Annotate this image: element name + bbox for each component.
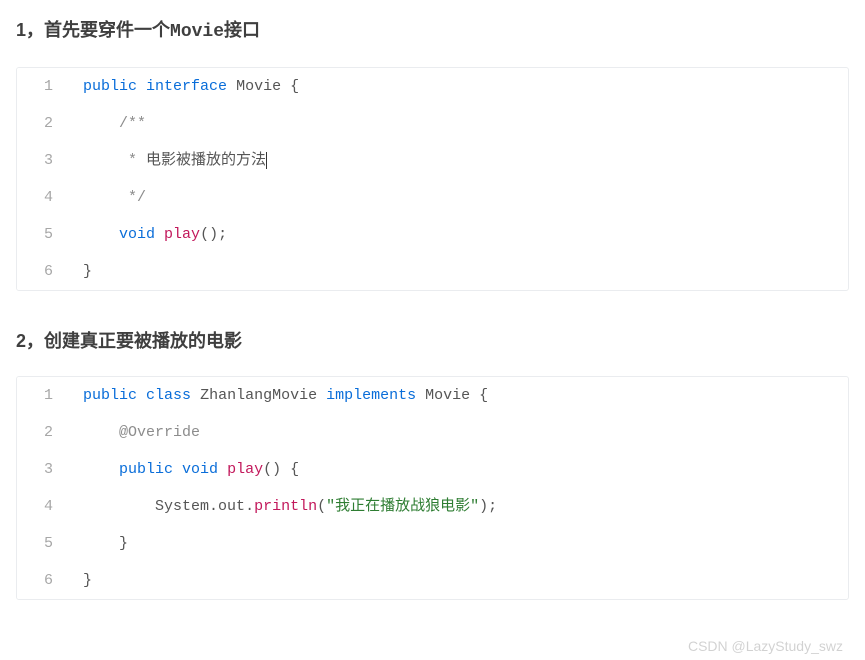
token xyxy=(83,424,119,441)
heading-text: 接口 xyxy=(224,20,260,40)
line-number: 5 xyxy=(17,525,65,562)
token xyxy=(83,498,155,515)
token-kw: public xyxy=(83,387,137,404)
token-punct: } xyxy=(83,263,92,280)
code-row: 5 } xyxy=(17,525,848,562)
code-line: * 电影被播放的方法 xyxy=(65,142,848,179)
token xyxy=(83,226,119,243)
code-row: 2 @Override xyxy=(17,414,848,451)
section-heading: 2，创建真正要被播放的电影 xyxy=(16,327,849,356)
token-punct: ( xyxy=(317,498,326,515)
code-row: 6} xyxy=(17,253,848,290)
line-number: 3 xyxy=(17,142,65,179)
token-fn: println xyxy=(254,498,317,515)
code-block: 1public interface Movie {2 /**3 * 电影被播放的… xyxy=(16,67,849,291)
code-line: System.out.println("我正在播放战狼电影"); xyxy=(65,488,848,525)
line-number: 1 xyxy=(17,377,65,414)
token-ann: /** xyxy=(119,115,146,132)
line-number: 6 xyxy=(17,253,65,290)
code-line: public void play() { xyxy=(65,451,848,488)
token xyxy=(281,78,290,95)
token-str: "我正在播放战狼电影" xyxy=(326,498,479,515)
token-type: Movie xyxy=(236,78,281,95)
line-number: 3 xyxy=(17,451,65,488)
line-number: 2 xyxy=(17,105,65,142)
heading-text: 2，创建真正要被播放的电影 xyxy=(16,331,242,351)
line-number: 5 xyxy=(17,216,65,253)
heading-text: 1，首先要穿件一个 xyxy=(16,20,170,40)
token xyxy=(416,387,425,404)
token-kw: public xyxy=(119,461,173,478)
code-row: 4 System.out.println("我正在播放战狼电影"); xyxy=(17,488,848,525)
code-row: 3 * 电影被播放的方法 xyxy=(17,142,848,179)
token xyxy=(83,152,128,169)
token-punct: ); xyxy=(479,498,497,515)
code-row: 3 public void play() { xyxy=(17,451,848,488)
code-line: /** xyxy=(65,105,848,142)
token-ann: * xyxy=(128,152,146,169)
code-row: 1public class ZhanlangMovie implements M… xyxy=(17,377,848,414)
token-cursor xyxy=(266,152,267,169)
token xyxy=(191,387,200,404)
token-fn: play xyxy=(164,226,200,243)
code-line: public class ZhanlangMovie implements Mo… xyxy=(65,377,848,414)
token-kw: interface xyxy=(146,78,227,95)
token-type: out xyxy=(218,498,245,515)
line-number: 4 xyxy=(17,488,65,525)
line-number: 6 xyxy=(17,562,65,599)
token-kw: class xyxy=(146,387,191,404)
code-block: 1public class ZhanlangMovie implements M… xyxy=(16,376,849,600)
token-kw: implements xyxy=(326,387,416,404)
section-heading: 1，首先要穿件一个Movie接口 xyxy=(16,16,849,47)
token xyxy=(83,189,128,206)
token-type: ZhanlangMovie xyxy=(200,387,317,404)
token xyxy=(218,461,227,478)
token xyxy=(137,78,146,95)
token xyxy=(173,461,182,478)
heading-mono: Movie xyxy=(170,22,224,42)
watermark: CSDN @LazyStudy_swz xyxy=(688,638,843,654)
line-number: 4 xyxy=(17,179,65,216)
token-kw: void xyxy=(182,461,218,478)
code-line: public interface Movie { xyxy=(65,68,848,105)
code-line: } xyxy=(65,253,848,290)
token-kw: public xyxy=(83,78,137,95)
token-punct: . xyxy=(245,498,254,515)
line-number: 2 xyxy=(17,414,65,451)
token-punct: } xyxy=(83,572,92,589)
token-punct: { xyxy=(290,78,299,95)
token-punct: { xyxy=(479,387,488,404)
code-row: 5 void play(); xyxy=(17,216,848,253)
code-row: 4 */ xyxy=(17,179,848,216)
token xyxy=(317,387,326,404)
token xyxy=(137,387,146,404)
code-row: 6} xyxy=(17,562,848,599)
token xyxy=(83,535,119,552)
code-line: @Override xyxy=(65,414,848,451)
token-ann: @Override xyxy=(119,424,200,441)
token-type: System xyxy=(155,498,209,515)
code-row: 2 /** xyxy=(17,105,848,142)
token-punct: (); xyxy=(200,226,227,243)
token xyxy=(83,461,119,478)
code-line: */ xyxy=(65,179,848,216)
token-ann: */ xyxy=(128,189,146,206)
code-row: 1public interface Movie { xyxy=(17,68,848,105)
code-line: void play(); xyxy=(65,216,848,253)
token-punct: . xyxy=(209,498,218,515)
token-type: Movie xyxy=(425,387,470,404)
token xyxy=(83,115,119,132)
token-type: 电影被播放的方法 xyxy=(146,152,266,169)
token xyxy=(470,387,479,404)
code-line: } xyxy=(65,562,848,599)
line-number: 1 xyxy=(17,68,65,105)
token xyxy=(155,226,164,243)
code-line: } xyxy=(65,525,848,562)
token xyxy=(227,78,236,95)
token-punct: } xyxy=(119,535,128,552)
token-punct: () { xyxy=(263,461,299,478)
token-kw: void xyxy=(119,226,155,243)
token-fn: play xyxy=(227,461,263,478)
